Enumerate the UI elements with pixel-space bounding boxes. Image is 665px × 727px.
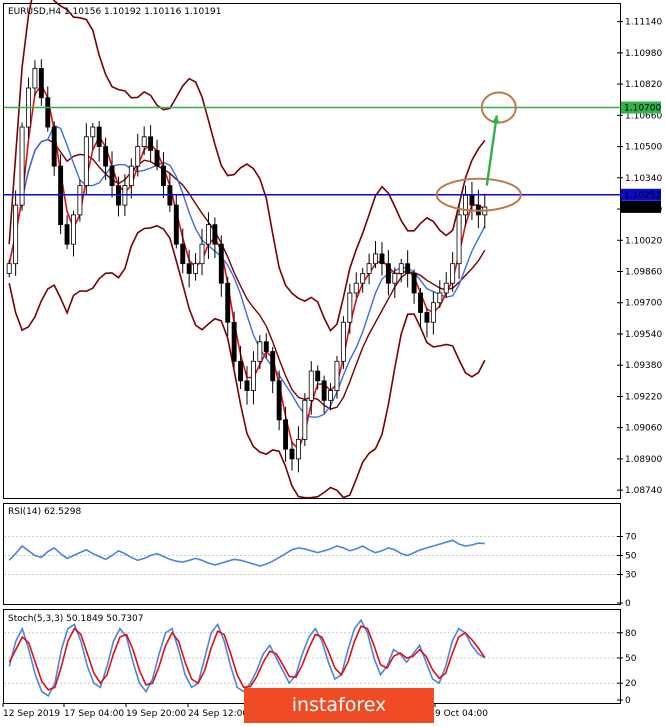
candle xyxy=(340,316,346,369)
x-tick-label: 9 Oct 04:00 xyxy=(435,709,488,719)
stoch-title: Stoch(5,3,3) 50.1849 50.7307 xyxy=(8,614,143,624)
candle xyxy=(19,122,25,211)
y-tick-label: 1.08740 xyxy=(625,486,662,496)
candle xyxy=(302,393,308,447)
y-tick-label: 1.09700 xyxy=(625,299,662,309)
level-tag-label: 1.10253 xyxy=(624,191,661,201)
x-tick-label: 24 Sep 12:00 xyxy=(188,709,248,719)
y-tick-label: 1.10340 xyxy=(625,174,662,184)
level-tag-label: 1.10700 xyxy=(624,104,661,114)
rsi-tick-label: 30 xyxy=(625,571,637,581)
y-tick-label: 1.10020 xyxy=(625,236,662,246)
y-tick-label: 1.09380 xyxy=(625,361,662,371)
rsi-tick-label: 70 xyxy=(625,533,637,543)
y-tick-label: 1.10820 xyxy=(625,80,662,90)
stoch-tick-label: 0 xyxy=(625,696,631,706)
y-tick-label: 1.10980 xyxy=(625,49,662,59)
stoch-tick-label: 80 xyxy=(625,629,637,639)
x-tick-label: 19 Sep 20:00 xyxy=(126,709,186,719)
y-tick-label: 1.09860 xyxy=(625,267,662,277)
y-tick-label: 1.09220 xyxy=(625,392,662,402)
y-tick-label: 1.08900 xyxy=(625,455,662,465)
price-chart: 1.111401.109801.108201.106601.105001.103… xyxy=(0,0,665,723)
candle xyxy=(77,179,83,222)
rsi-tick-label: 0 xyxy=(625,599,631,609)
x-tick-label: 17 Sep 04:00 xyxy=(64,709,124,719)
y-tick-label: 1.11140 xyxy=(625,18,662,28)
y-tick-label: 1.10500 xyxy=(625,143,662,153)
rsi-title: RSI(14) 62.5298 xyxy=(8,507,81,517)
current-price-label: 1.10191 xyxy=(624,203,661,213)
instaforex-logo: instaforex xyxy=(244,688,434,723)
y-tick-label: 1.09060 xyxy=(625,424,662,434)
y-tick-label: 1.09540 xyxy=(625,330,662,340)
x-tick-label: 12 Sep 2019 xyxy=(3,709,60,719)
stoch-tick-label: 50 xyxy=(625,654,637,664)
rsi-tick-label: 50 xyxy=(625,552,637,562)
main-title: EURUSD,H4 1.10156 1.10192 1.10116 1.1019… xyxy=(8,7,221,17)
stoch-tick-label: 20 xyxy=(625,679,637,689)
